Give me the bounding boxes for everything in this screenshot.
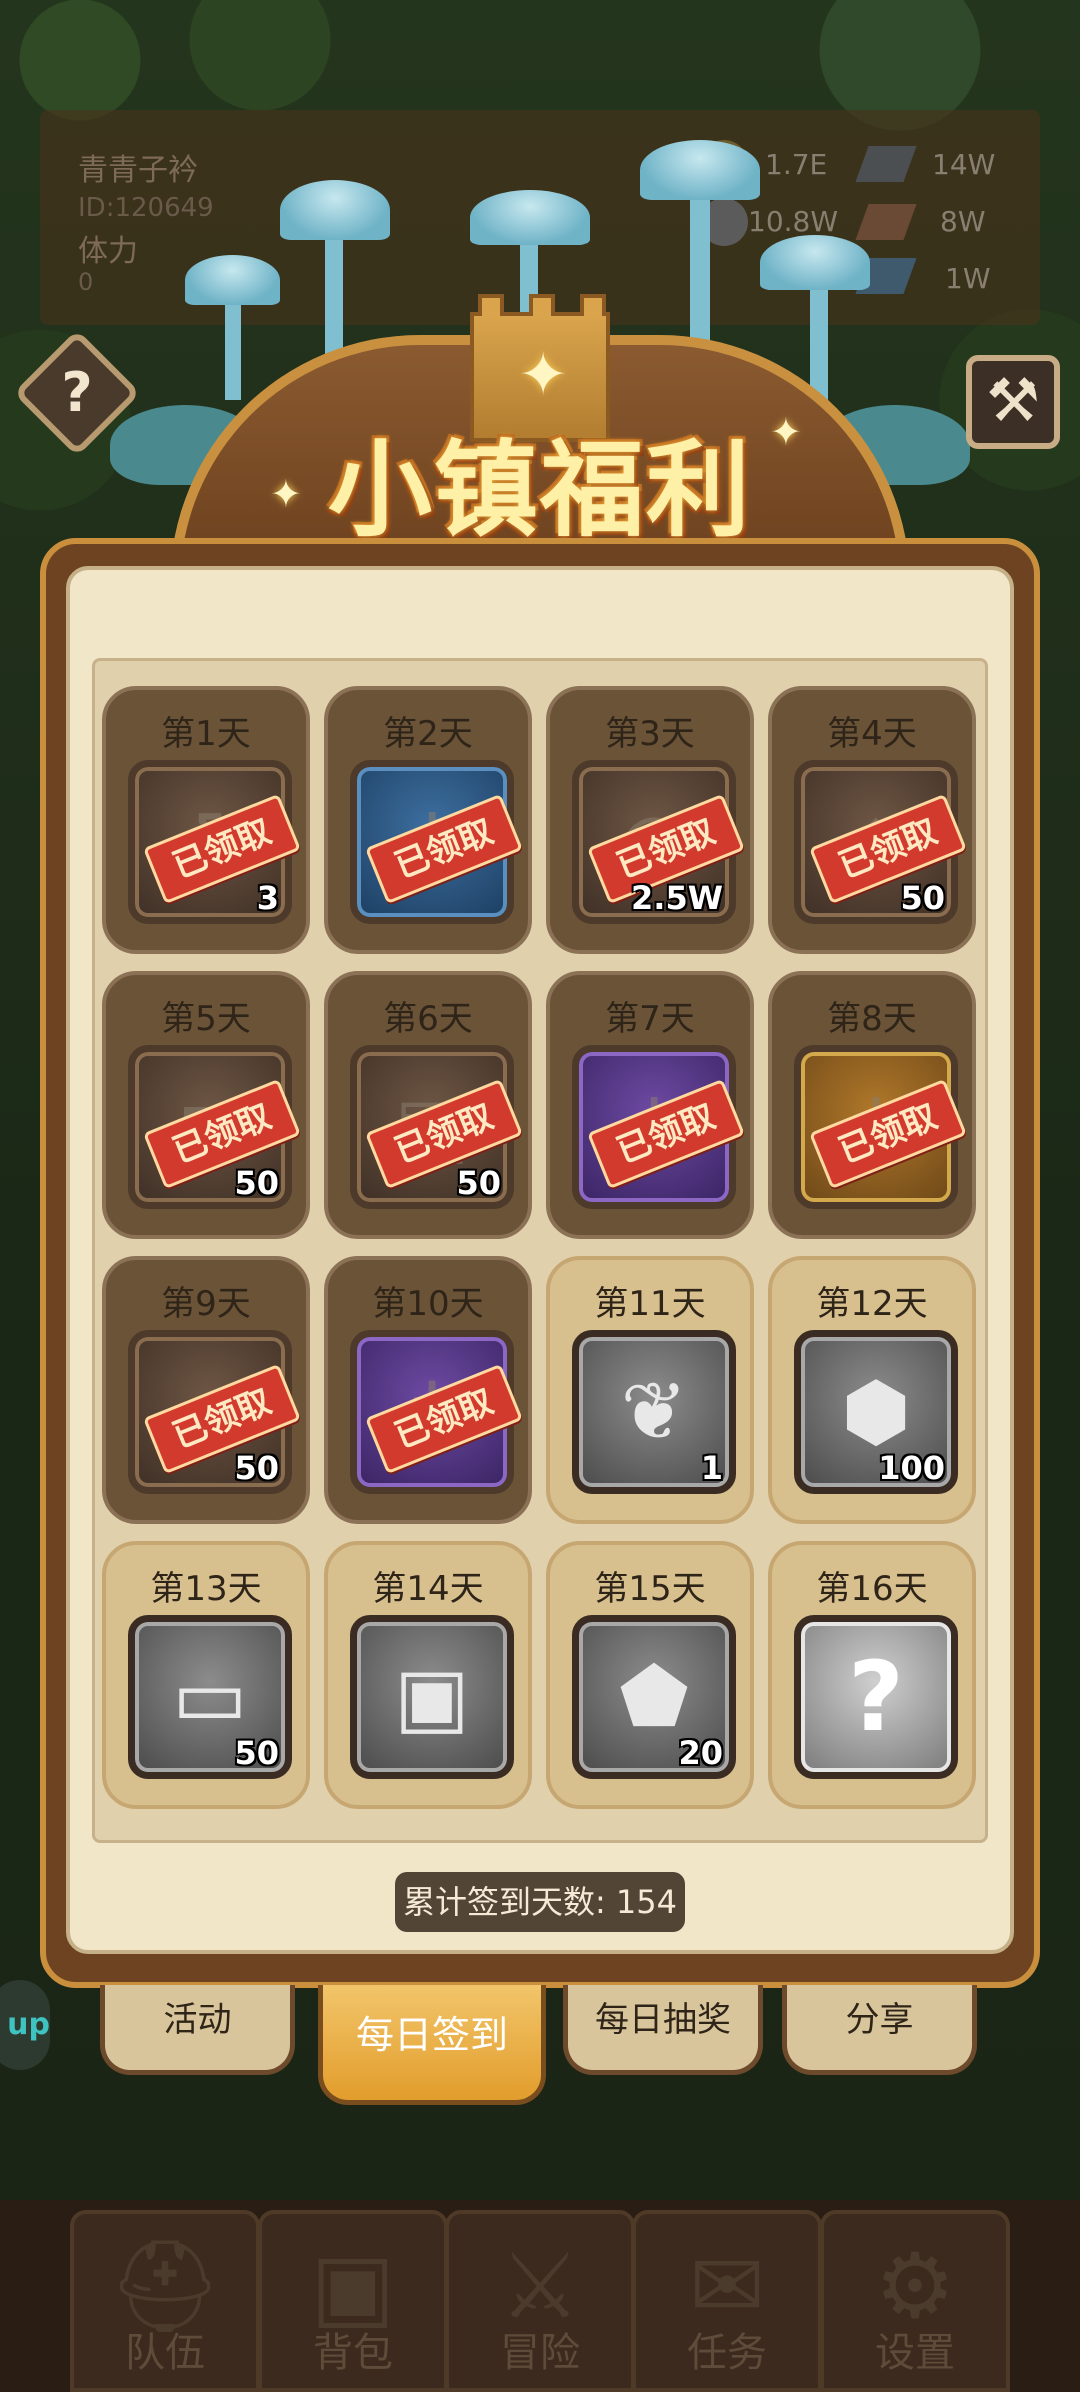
reward-quantity: 50: [234, 1164, 279, 1202]
reward-quantity: 3: [256, 879, 279, 917]
day-card-14[interactable]: 第14天 ▣: [324, 1541, 532, 1809]
day-label: 第3天: [605, 714, 695, 754]
reward-quantity: 1: [700, 1449, 723, 1487]
reward-slot[interactable]: ⚷已领取: [794, 1045, 967, 1209]
day-label: 第1天: [161, 714, 251, 754]
nav-adventure-label: 冒险: [500, 2330, 580, 2376]
reward-quantity: 50: [456, 1164, 501, 1202]
reward-slot[interactable]: †已领取: [350, 1330, 523, 1494]
reward-quantity: 50: [234, 1449, 279, 1487]
nav-adventure[interactable]: ⚔ 冒险: [445, 2210, 635, 2392]
resource-gold: 1.7E: [765, 148, 828, 181]
tab-activity[interactable]: 活动: [100, 1985, 295, 2075]
day-label: 第14天: [372, 1569, 484, 1609]
close-button[interactable]: ⚒: [966, 355, 1060, 449]
day-label: 第7天: [605, 999, 695, 1039]
total-checkin-days: 累计签到天数: 154: [395, 1872, 685, 1932]
reward-quantity: 2.5W: [631, 879, 723, 917]
reward-quantity: 20: [678, 1734, 723, 1772]
day-label: 第8天: [827, 999, 917, 1039]
nav-backpack-label: 背包: [313, 2330, 393, 2376]
tab-daily-checkin[interactable]: 每日签到: [318, 1985, 546, 2105]
mystery-question-icon: ?: [848, 1641, 904, 1753]
nav-team-label: 队伍: [125, 2330, 205, 2376]
day-card-2[interactable]: 第2天 ⚷已领取: [324, 686, 532, 954]
day-card-12[interactable]: 第12天 ⬢ 100: [768, 1256, 976, 1524]
reward-slot[interactable]: ?: [794, 1615, 958, 1779]
day-card-8[interactable]: 第8天 ⚷已领取: [768, 971, 976, 1239]
nav-team[interactable]: ⛑ 队伍: [70, 2210, 260, 2392]
reward-slot[interactable]: ◆已领取50: [794, 760, 967, 924]
player-name: 青青子衿: [78, 153, 198, 188]
question-icon[interactable]: ?: [32, 348, 122, 438]
day-label: 第5天: [161, 999, 251, 1039]
star-icon: ✦: [518, 340, 569, 410]
day-card-16[interactable]: 第16天?: [768, 1541, 976, 1809]
reward-quantity: 50: [900, 879, 945, 917]
tab-daily-lottery[interactable]: 每日抽奖: [563, 1985, 763, 2075]
reward-slot[interactable]: ⚱已领取3: [128, 760, 301, 924]
nav-settings-label: 设置: [875, 2330, 955, 2376]
reward-slot[interactable]: ⚷已领取: [350, 760, 523, 924]
reward-slot[interactable]: ▤已领取50: [350, 1045, 523, 1209]
resource-stone: 10.8W: [748, 205, 839, 238]
day-label: 第2天: [383, 714, 473, 754]
nav-settings[interactable]: ⚙ 设置: [820, 2210, 1010, 2392]
reward-slot[interactable]: ❦ 1: [572, 1330, 736, 1494]
resource-cloth: 8W: [940, 205, 986, 238]
day-card-15[interactable]: 第15天 ⬟ 20: [546, 1541, 754, 1809]
reward-slot[interactable]: ⬢ 100: [794, 1330, 958, 1494]
day-card-6[interactable]: 第6天 ▤已领取50: [324, 971, 532, 1239]
side-tag[interactable]: up: [0, 1980, 50, 2070]
day-label: 第13天: [150, 1569, 262, 1609]
day-card-10[interactable]: 第10天 †已领取: [324, 1256, 532, 1524]
day-card-3[interactable]: 第3天 ◉已领取2.5W: [546, 686, 754, 954]
reward-slot[interactable]: ▬已领取50: [128, 1330, 301, 1494]
day-label: 第12天: [816, 1284, 928, 1324]
reward-slot[interactable]: ⬟ 20: [572, 1615, 736, 1779]
day-label: 第10天: [372, 1284, 484, 1324]
player-id: ID:120649: [78, 193, 214, 223]
day-label: 第6天: [383, 999, 473, 1039]
day-label: 第9天: [161, 1284, 251, 1324]
day-card-9[interactable]: 第9天 ▬已领取50: [102, 1256, 310, 1524]
reward-slot[interactable]: ◉已领取2.5W: [572, 760, 745, 924]
day-label: 第15天: [594, 1569, 706, 1609]
nav-quest-label: 任务: [687, 2330, 767, 2376]
day-card-7[interactable]: 第7天 ⚷已领取: [546, 971, 754, 1239]
hammer-close-icon: ⚒: [986, 366, 1040, 436]
day-card-13[interactable]: 第13天 ▭ 50: [102, 1541, 310, 1809]
stamina-value: 0: [78, 268, 94, 296]
nav-quest[interactable]: ✉ 任务: [632, 2210, 822, 2392]
reward-slot[interactable]: ▭ 50: [128, 1615, 292, 1779]
reward-quantity: 50: [234, 1734, 279, 1772]
reward-slot[interactable]: ◼已领取50: [128, 1045, 301, 1209]
reward-quantity: 100: [878, 1449, 945, 1487]
nav-backpack[interactable]: ▣ 背包: [258, 2210, 448, 2392]
day-label: 第16天: [816, 1569, 928, 1609]
tab-share[interactable]: 分享: [782, 1985, 977, 2075]
reward-slot[interactable]: ▣: [350, 1615, 514, 1779]
reward-slot[interactable]: ⚷已领取: [572, 1045, 745, 1209]
day-label: 第4天: [827, 714, 917, 754]
page-title: 小镇福利: [327, 428, 752, 551]
day-card-11[interactable]: 第11天 ❦ 1: [546, 1256, 754, 1524]
day-card-4[interactable]: 第4天 ◆已领取50: [768, 686, 976, 954]
stamina-label: 体力: [78, 234, 138, 269]
resource-crystal: 1W: [945, 262, 991, 295]
resource-metal: 14W: [932, 148, 996, 181]
day-card-5[interactable]: 第5天 ◼已领取50: [102, 971, 310, 1239]
day-card-1[interactable]: 第1天 ⚱已领取3: [102, 686, 310, 954]
day-label: 第11天: [594, 1284, 706, 1324]
backpack-icon: ▣: [394, 1650, 470, 1743]
